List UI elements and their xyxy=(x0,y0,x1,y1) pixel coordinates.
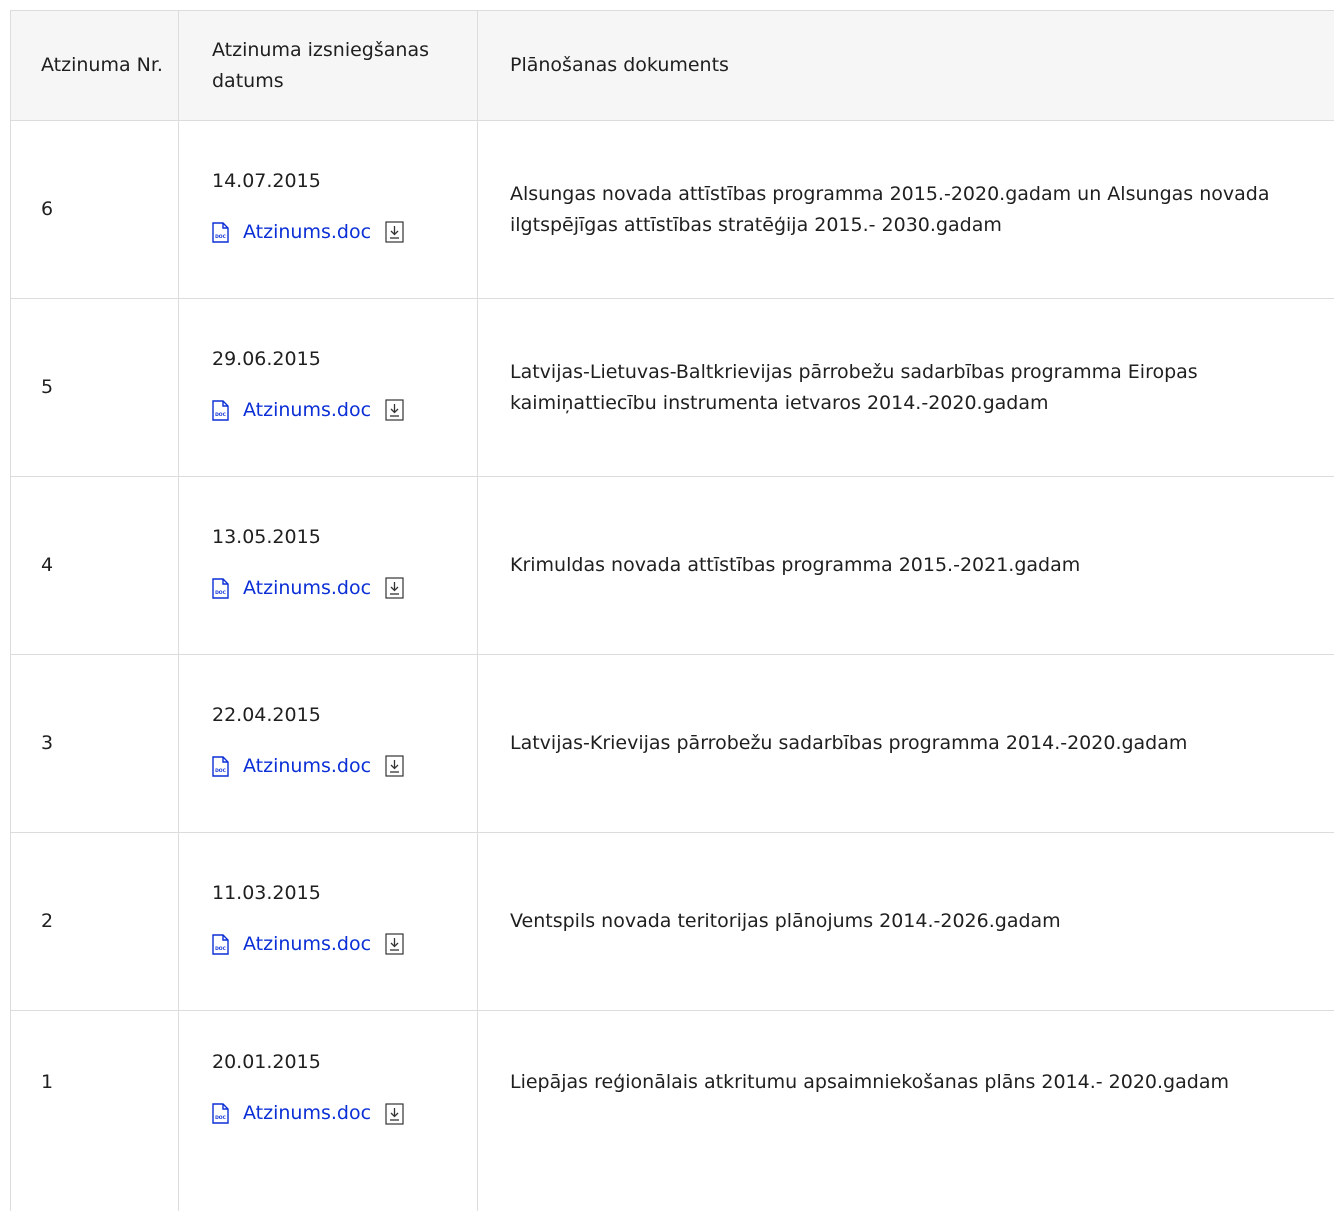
file-attachment: DOC Atzinums.doc xyxy=(212,395,404,426)
issue-date: 13.05.2015 xyxy=(212,525,321,548)
table-row: 3 22.04.2015 DOC Atzinums.doc Latvijas-K… xyxy=(11,655,1334,833)
file-link[interactable]: Atzinums.doc xyxy=(243,395,371,426)
issue-date: 11.03.2015 xyxy=(212,881,321,904)
date-cell: 13.05.2015 DOC Atzinums.doc xyxy=(179,477,478,654)
document-cell: Latvijas-Krievijas pārrobežu sadarbības … xyxy=(478,655,1334,832)
doc-file-icon: DOC xyxy=(212,933,229,955)
svg-text:DOC: DOC xyxy=(215,1115,227,1121)
table-row: 4 13.05.2015 DOC Atzinums.doc Krimuldas … xyxy=(11,477,1334,655)
table-header-row: Atzinuma Nr. Atzinuma izsniegšanas datum… xyxy=(11,11,1334,121)
document-cell: Krimuldas novada attīstības programma 20… xyxy=(478,477,1334,654)
svg-text:DOC: DOC xyxy=(215,946,227,952)
doc-file-icon: DOC xyxy=(212,577,229,599)
download-icon[interactable] xyxy=(385,399,404,421)
opinion-number: 2 xyxy=(41,910,54,932)
header-date: Atzinuma izsniegšanas datums xyxy=(179,11,478,120)
date-cell: 29.06.2015 DOC Atzinums.doc xyxy=(179,299,478,476)
file-attachment: DOC Atzinums.doc xyxy=(212,1098,404,1129)
table-row: 6 14.07.2015 DOC Atzinums.doc Alsungas n… xyxy=(11,121,1334,299)
planning-document: Latvijas-Lietuvas-Baltkrievijas pārrobež… xyxy=(510,360,1198,414)
document-cell: Ventspils novada teritorijas plānojums 2… xyxy=(478,833,1334,1010)
file-link[interactable]: Atzinums.doc xyxy=(243,1098,371,1129)
document-cell: Latvijas-Lietuvas-Baltkrievijas pārrobež… xyxy=(478,299,1334,476)
document-cell: Alsungas novada attīstības programma 201… xyxy=(478,121,1334,298)
doc-file-icon: DOC xyxy=(212,221,229,243)
table-row: 5 29.06.2015 DOC Atzinums.doc Latvijas-L… xyxy=(11,299,1334,477)
date-cell: 20.01.2015 DOC Atzinums.doc xyxy=(179,1011,478,1211)
doc-file-icon: DOC xyxy=(212,755,229,777)
planning-document: Krimuldas novada attīstības programma 20… xyxy=(510,554,1081,576)
issue-date: 14.07.2015 xyxy=(212,169,321,192)
number-cell: 5 xyxy=(11,299,179,476)
planning-document: Alsungas novada attīstības programma 201… xyxy=(510,182,1270,236)
date-cell: 22.04.2015 DOC Atzinums.doc xyxy=(179,655,478,832)
number-cell: 4 xyxy=(11,477,179,654)
planning-document: Ventspils novada teritorijas plānojums 2… xyxy=(510,910,1061,932)
opinion-number: 1 xyxy=(41,1071,54,1093)
number-cell: 2 xyxy=(11,833,179,1010)
opinion-number: 4 xyxy=(41,554,54,576)
opinion-number: 3 xyxy=(41,732,54,754)
issue-date: 22.04.2015 xyxy=(212,703,321,726)
number-cell: 6 xyxy=(11,121,179,298)
file-attachment: DOC Atzinums.doc xyxy=(212,751,404,782)
table-row: 2 11.03.2015 DOC Atzinums.doc Ventspils … xyxy=(11,833,1334,1011)
table-row: 1 20.01.2015 DOC Atzinums.doc Liepājas r… xyxy=(11,1011,1334,1211)
file-link[interactable]: Atzinums.doc xyxy=(243,217,371,248)
download-icon[interactable] xyxy=(385,577,404,599)
download-icon[interactable] xyxy=(385,933,404,955)
svg-text:DOC: DOC xyxy=(215,768,227,774)
file-link[interactable]: Atzinums.doc xyxy=(243,573,371,604)
file-link[interactable]: Atzinums.doc xyxy=(243,929,371,960)
svg-text:DOC: DOC xyxy=(215,590,227,596)
opinions-table: Atzinuma Nr. Atzinuma izsniegšanas datum… xyxy=(10,10,1334,1211)
header-number: Atzinuma Nr. xyxy=(11,11,179,120)
download-icon[interactable] xyxy=(385,1102,404,1125)
doc-file-icon: DOC xyxy=(212,399,229,421)
header-document: Plānošanas dokuments xyxy=(478,11,1334,120)
download-icon[interactable] xyxy=(385,755,404,777)
issue-date: 20.01.2015 xyxy=(212,1051,321,1073)
doc-file-icon: DOC xyxy=(212,1103,229,1124)
date-cell: 14.07.2015 DOC Atzinums.doc xyxy=(179,121,478,298)
date-cell: 11.03.2015 DOC Atzinums.doc xyxy=(179,833,478,1010)
planning-document: Liepājas reģionālais atkritumu apsaimnie… xyxy=(510,1071,1229,1093)
issue-date: 29.06.2015 xyxy=(212,347,321,370)
file-link[interactable]: Atzinums.doc xyxy=(243,751,371,782)
download-icon[interactable] xyxy=(385,221,404,243)
header-number-label: Atzinuma Nr. xyxy=(41,54,163,76)
planning-document: Latvijas-Krievijas pārrobežu sadarbības … xyxy=(510,732,1188,754)
file-attachment: DOC Atzinums.doc xyxy=(212,217,404,248)
document-cell: Liepājas reģionālais atkritumu apsaimnie… xyxy=(478,1011,1334,1211)
number-cell: 3 xyxy=(11,655,179,832)
file-attachment: DOC Atzinums.doc xyxy=(212,929,404,960)
opinion-number: 5 xyxy=(41,376,54,398)
opinion-number: 6 xyxy=(41,198,54,220)
header-document-label: Plānošanas dokuments xyxy=(510,54,729,76)
svg-text:DOC: DOC xyxy=(215,234,227,240)
file-attachment: DOC Atzinums.doc xyxy=(212,573,404,604)
number-cell: 1 xyxy=(11,1011,179,1211)
svg-text:DOC: DOC xyxy=(215,412,227,418)
header-date-label: Atzinuma izsniegšanas datums xyxy=(212,38,429,92)
